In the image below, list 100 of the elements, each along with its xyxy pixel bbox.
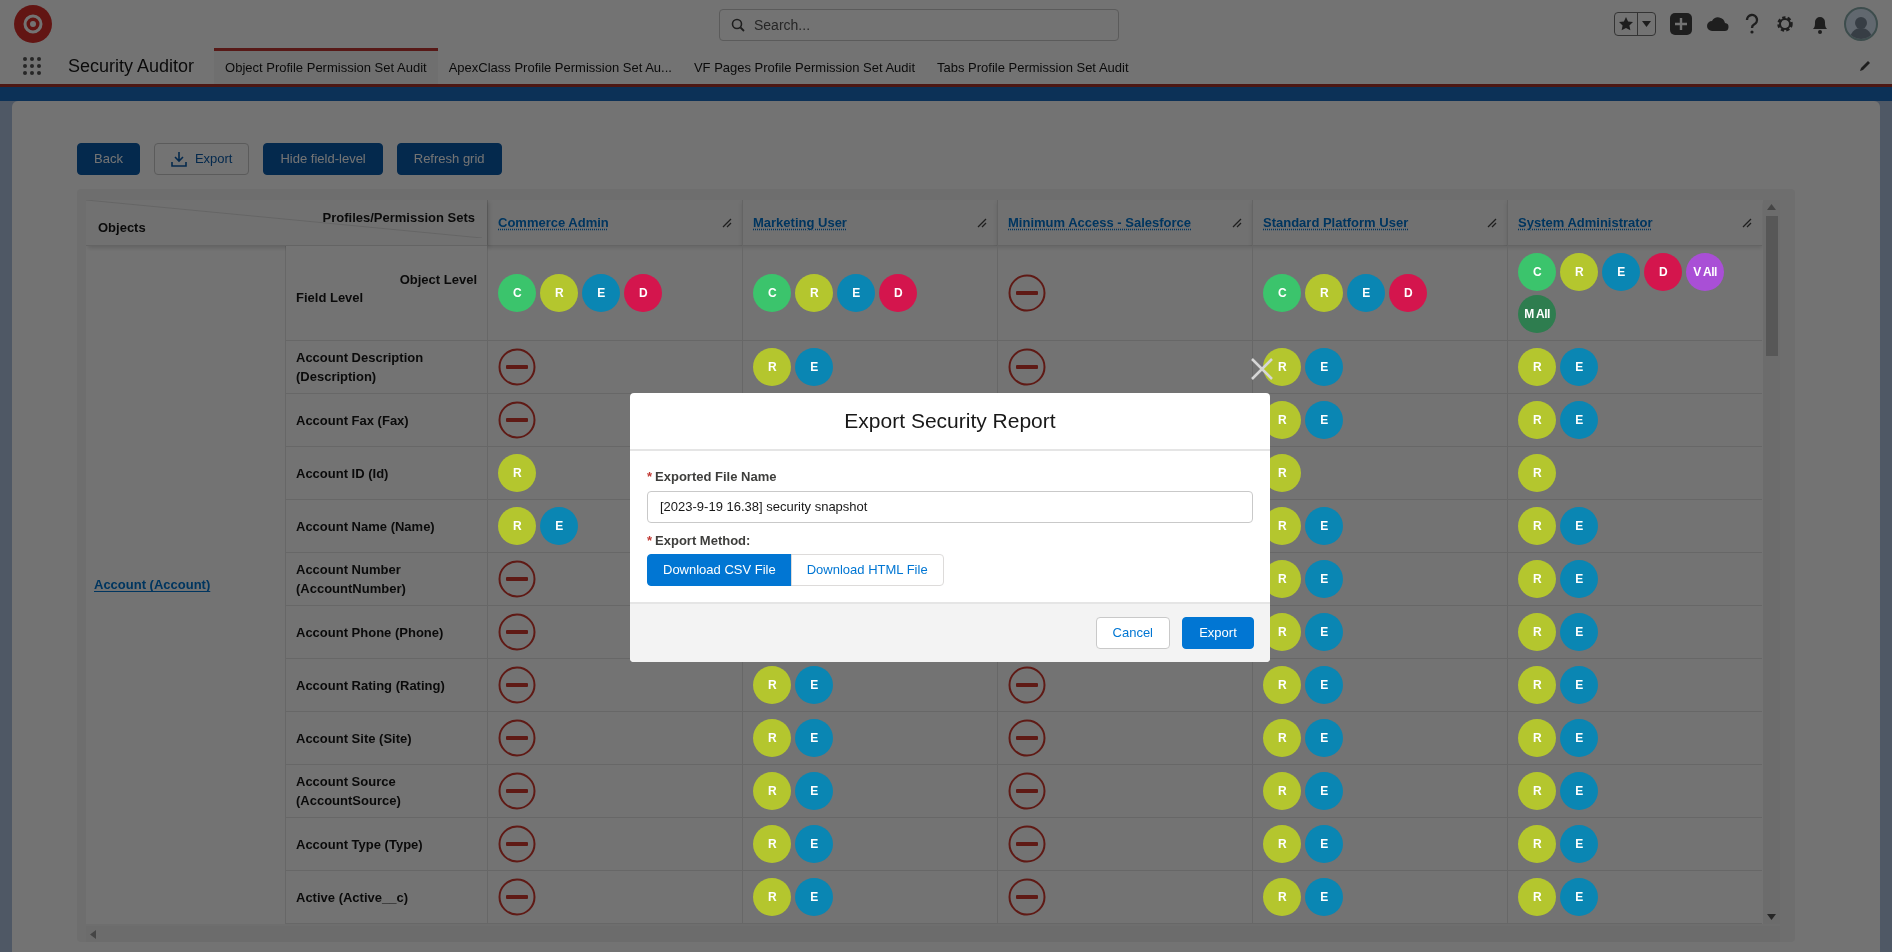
resize-icon[interactable]: [1742, 217, 1752, 228]
no-access-icon: [498, 560, 536, 598]
logo-icon[interactable]: [14, 5, 52, 43]
permission-badge: R: [1518, 348, 1556, 386]
nav-tab[interactable]: VF Pages Profile Permission Set Audit: [682, 48, 927, 84]
permission-badge: C: [753, 274, 791, 312]
avatar[interactable]: [1844, 7, 1878, 41]
app-launcher-icon[interactable]: [22, 56, 42, 76]
nav-tab[interactable]: ApexClass Profile Permission Set Au...: [437, 48, 683, 84]
no-access-icon: [1008, 348, 1046, 386]
settings-icon[interactable]: [1774, 13, 1796, 35]
toolbar-button[interactable]: Refresh grid: [396, 143, 502, 175]
resize-icon[interactable]: [1487, 217, 1497, 228]
column-header-link[interactable]: Standard Platform User: [1263, 212, 1409, 233]
permission-badge: R: [1263, 825, 1301, 863]
star-icon: [1618, 16, 1634, 32]
field-name: Account Name (Name): [296, 517, 435, 536]
scroll-down-arrow-icon[interactable]: [1767, 914, 1776, 920]
no-access-icon: [498, 613, 536, 651]
permission-badge: E: [1560, 878, 1598, 916]
column-header-link[interactable]: Commerce Admin: [498, 212, 609, 233]
permission-badge: V All: [1686, 253, 1724, 291]
permission-badge: E: [1305, 507, 1343, 545]
permission-badge: E: [1560, 825, 1598, 863]
nav-tab[interactable]: Tabs Profile Permission Set Audit: [926, 48, 1140, 84]
toolbar-button[interactable]: Back: [77, 143, 140, 175]
toolbar-button[interactable]: Hide field-level: [263, 143, 383, 175]
permission-badge: R: [1263, 348, 1301, 386]
row-label: Field Level: [296, 289, 364, 307]
no-access-icon: [1008, 719, 1046, 757]
permission-badge: E: [1305, 401, 1343, 439]
no-access-icon: [498, 719, 536, 757]
download-icon: [170, 151, 187, 167]
field-name: Account ID (Id): [296, 464, 389, 483]
favorites-button[interactable]: [1614, 12, 1656, 36]
nav-tab[interactable]: Object Profile Permission Set Audit: [214, 48, 438, 84]
permission-badge: C: [498, 274, 536, 312]
permission-badge: C: [1263, 274, 1301, 312]
permission-badge: R: [1518, 454, 1556, 492]
field-name: Account Fax (Fax): [296, 411, 409, 430]
permission-badge: E: [837, 274, 875, 312]
permission-badge: E: [1560, 507, 1598, 545]
permission-badge: R: [1263, 666, 1301, 704]
column-header-link[interactable]: System Administrator: [1518, 212, 1653, 233]
scroll-up-arrow-icon[interactable]: [1767, 204, 1776, 210]
permission-badge: R: [753, 878, 791, 916]
permission-badge: E: [1305, 878, 1343, 916]
permission-badge: R: [1518, 772, 1556, 810]
resize-icon[interactable]: [977, 217, 987, 228]
permission-badge: E: [1602, 253, 1640, 291]
column-header-link[interactable]: Minimum Access - Salesforce: [1008, 212, 1192, 233]
permission-badge: E: [1305, 613, 1343, 651]
no-access-icon: [498, 772, 536, 810]
export-method-button[interactable]: Download CSV File: [647, 554, 792, 586]
search-icon: [731, 18, 745, 32]
permission-badge: E: [795, 348, 833, 386]
permission-badge: R: [753, 825, 791, 863]
no-access-icon: [498, 825, 536, 863]
caret-icon: [1642, 21, 1651, 27]
close-icon[interactable]: [1250, 357, 1274, 381]
column-header-link[interactable]: Marketing User: [753, 212, 847, 233]
field-name: Account Description (Description): [296, 349, 425, 386]
file-name-field[interactable]: [2023-9-19 16.38] security snapshot: [647, 490, 1253, 523]
field-name: Account Type (Type): [296, 835, 423, 854]
search-field[interactable]: Search...: [719, 9, 1119, 41]
permission-badge: E: [1560, 719, 1598, 757]
toolbar-button[interactable]: Export: [153, 143, 250, 175]
permission-badge: E: [1347, 274, 1385, 312]
permission-badge: R: [753, 772, 791, 810]
field-name: Account Site (Site): [296, 729, 412, 748]
no-access-icon: [1008, 274, 1046, 312]
field-name: Account Phone (Phone): [296, 623, 444, 642]
permission-badge: E: [1305, 719, 1343, 757]
export-method-button[interactable]: Download HTML File: [790, 554, 944, 586]
no-access-icon: [498, 348, 536, 386]
permission-badge: E: [1560, 560, 1598, 598]
permission-badge: R: [498, 454, 536, 492]
scroll-left-arrow-icon[interactable]: [90, 929, 96, 939]
dialog-button[interactable]: Cancel: [1095, 617, 1170, 649]
edit-icon[interactable]: [1858, 59, 1872, 73]
permission-badge: M All: [1518, 295, 1556, 333]
dialog-button[interactable]: Export: [1182, 617, 1254, 649]
permission-badge: C: [1518, 253, 1556, 291]
permission-badge: E: [1305, 772, 1343, 810]
permission-badge: D: [1389, 274, 1427, 312]
permission-badge: R: [1518, 560, 1556, 598]
permission-badge: R: [1263, 772, 1301, 810]
permission-badge: R: [540, 274, 578, 312]
permission-badge: R: [753, 719, 791, 757]
permission-badge: D: [624, 274, 662, 312]
resize-icon[interactable]: [722, 217, 732, 228]
permission-badge: E: [795, 825, 833, 863]
permission-badge: E: [1305, 348, 1343, 386]
plus-icon[interactable]: [1670, 13, 1692, 35]
permission-badge: D: [1644, 253, 1682, 291]
help-icon[interactable]: [1744, 13, 1760, 35]
object-link[interactable]: Account (Account): [94, 575, 211, 595]
resize-icon[interactable]: [1232, 217, 1242, 228]
permission-badge: R: [1263, 719, 1301, 757]
no-access-icon: [498, 666, 536, 704]
